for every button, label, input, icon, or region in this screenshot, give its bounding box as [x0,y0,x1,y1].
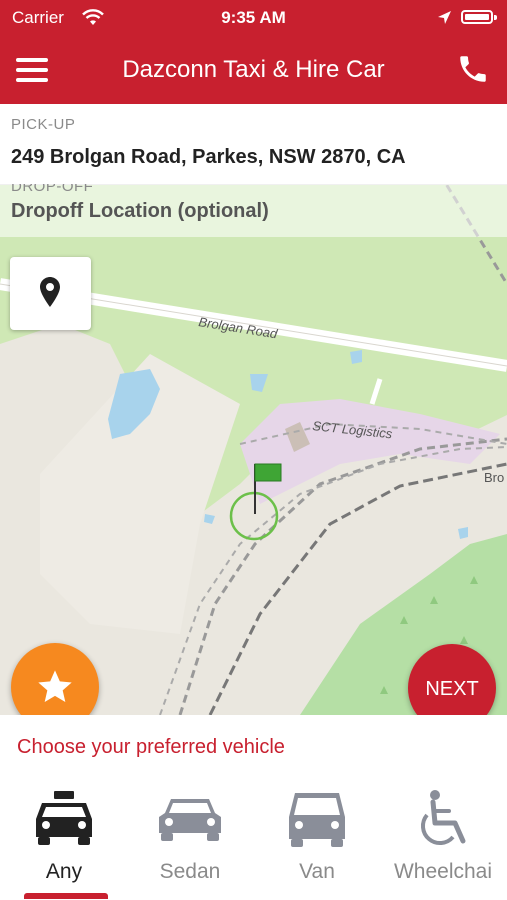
dropoff-label: DROP-OFF [11,184,94,195]
pond-tiny-2 [458,527,468,539]
dropoff-field[interactable]: DROP-OFF Dropoff Location (optional) [0,184,507,237]
sedan-icon [159,799,221,841]
phone-icon[interactable] [456,52,490,86]
pickup-field[interactable]: PICK-UP 249 Brolgan Road, Parkes, NSW 28… [0,104,507,185]
taxi-icon [36,791,92,845]
pickup-flag-icon [254,463,282,482]
pond-tiny [204,514,215,524]
locate-button[interactable] [10,257,91,330]
vehicle-prompt: Choose your preferred vehicle [17,736,285,758]
app-title: Dazconn Taxi & Hire Car [122,56,385,83]
pickup-label: PICK-UP [11,116,76,133]
vehicle-label-wheelchair: Wheelchai [393,860,493,883]
map-pin-icon [40,277,60,307]
edge-label: Bro [484,470,504,485]
status-bar: Carrier 9:35 AM [0,0,507,36]
vehicle-label-sedan: Sedan [159,860,221,883]
dropoff-placeholder[interactable]: Dropoff Location (optional) [11,200,269,223]
nav-bar: Dazconn Taxi & Hire Car [0,36,507,104]
vehicle-option-van[interactable]: Van [262,789,372,900]
van-icon [289,793,345,847]
battery-tip [494,15,497,20]
clock: 9:35 AM [221,8,286,27]
star-icon [38,670,72,702]
selected-indicator [24,893,108,899]
vehicle-label-van: Van [299,860,335,883]
vehicle-option-any[interactable]: Any [9,789,119,900]
pond-small-2 [350,350,362,364]
vehicle-panel: Choose your preferred vehicle Any Sedan … [0,715,507,900]
pickup-address[interactable]: 249 Brolgan Road, Parkes, NSW 2870, CA [11,146,406,169]
location-arrow-icon [438,11,451,24]
vehicle-option-sedan[interactable]: Sedan [135,789,245,900]
vehicle-option-wheelchair[interactable]: Wheelchai [388,789,498,900]
battery-icon [461,10,493,24]
vehicle-label-any: Any [45,860,83,883]
next-label: NEXT [425,678,479,700]
wheelchair-icon [421,790,466,845]
